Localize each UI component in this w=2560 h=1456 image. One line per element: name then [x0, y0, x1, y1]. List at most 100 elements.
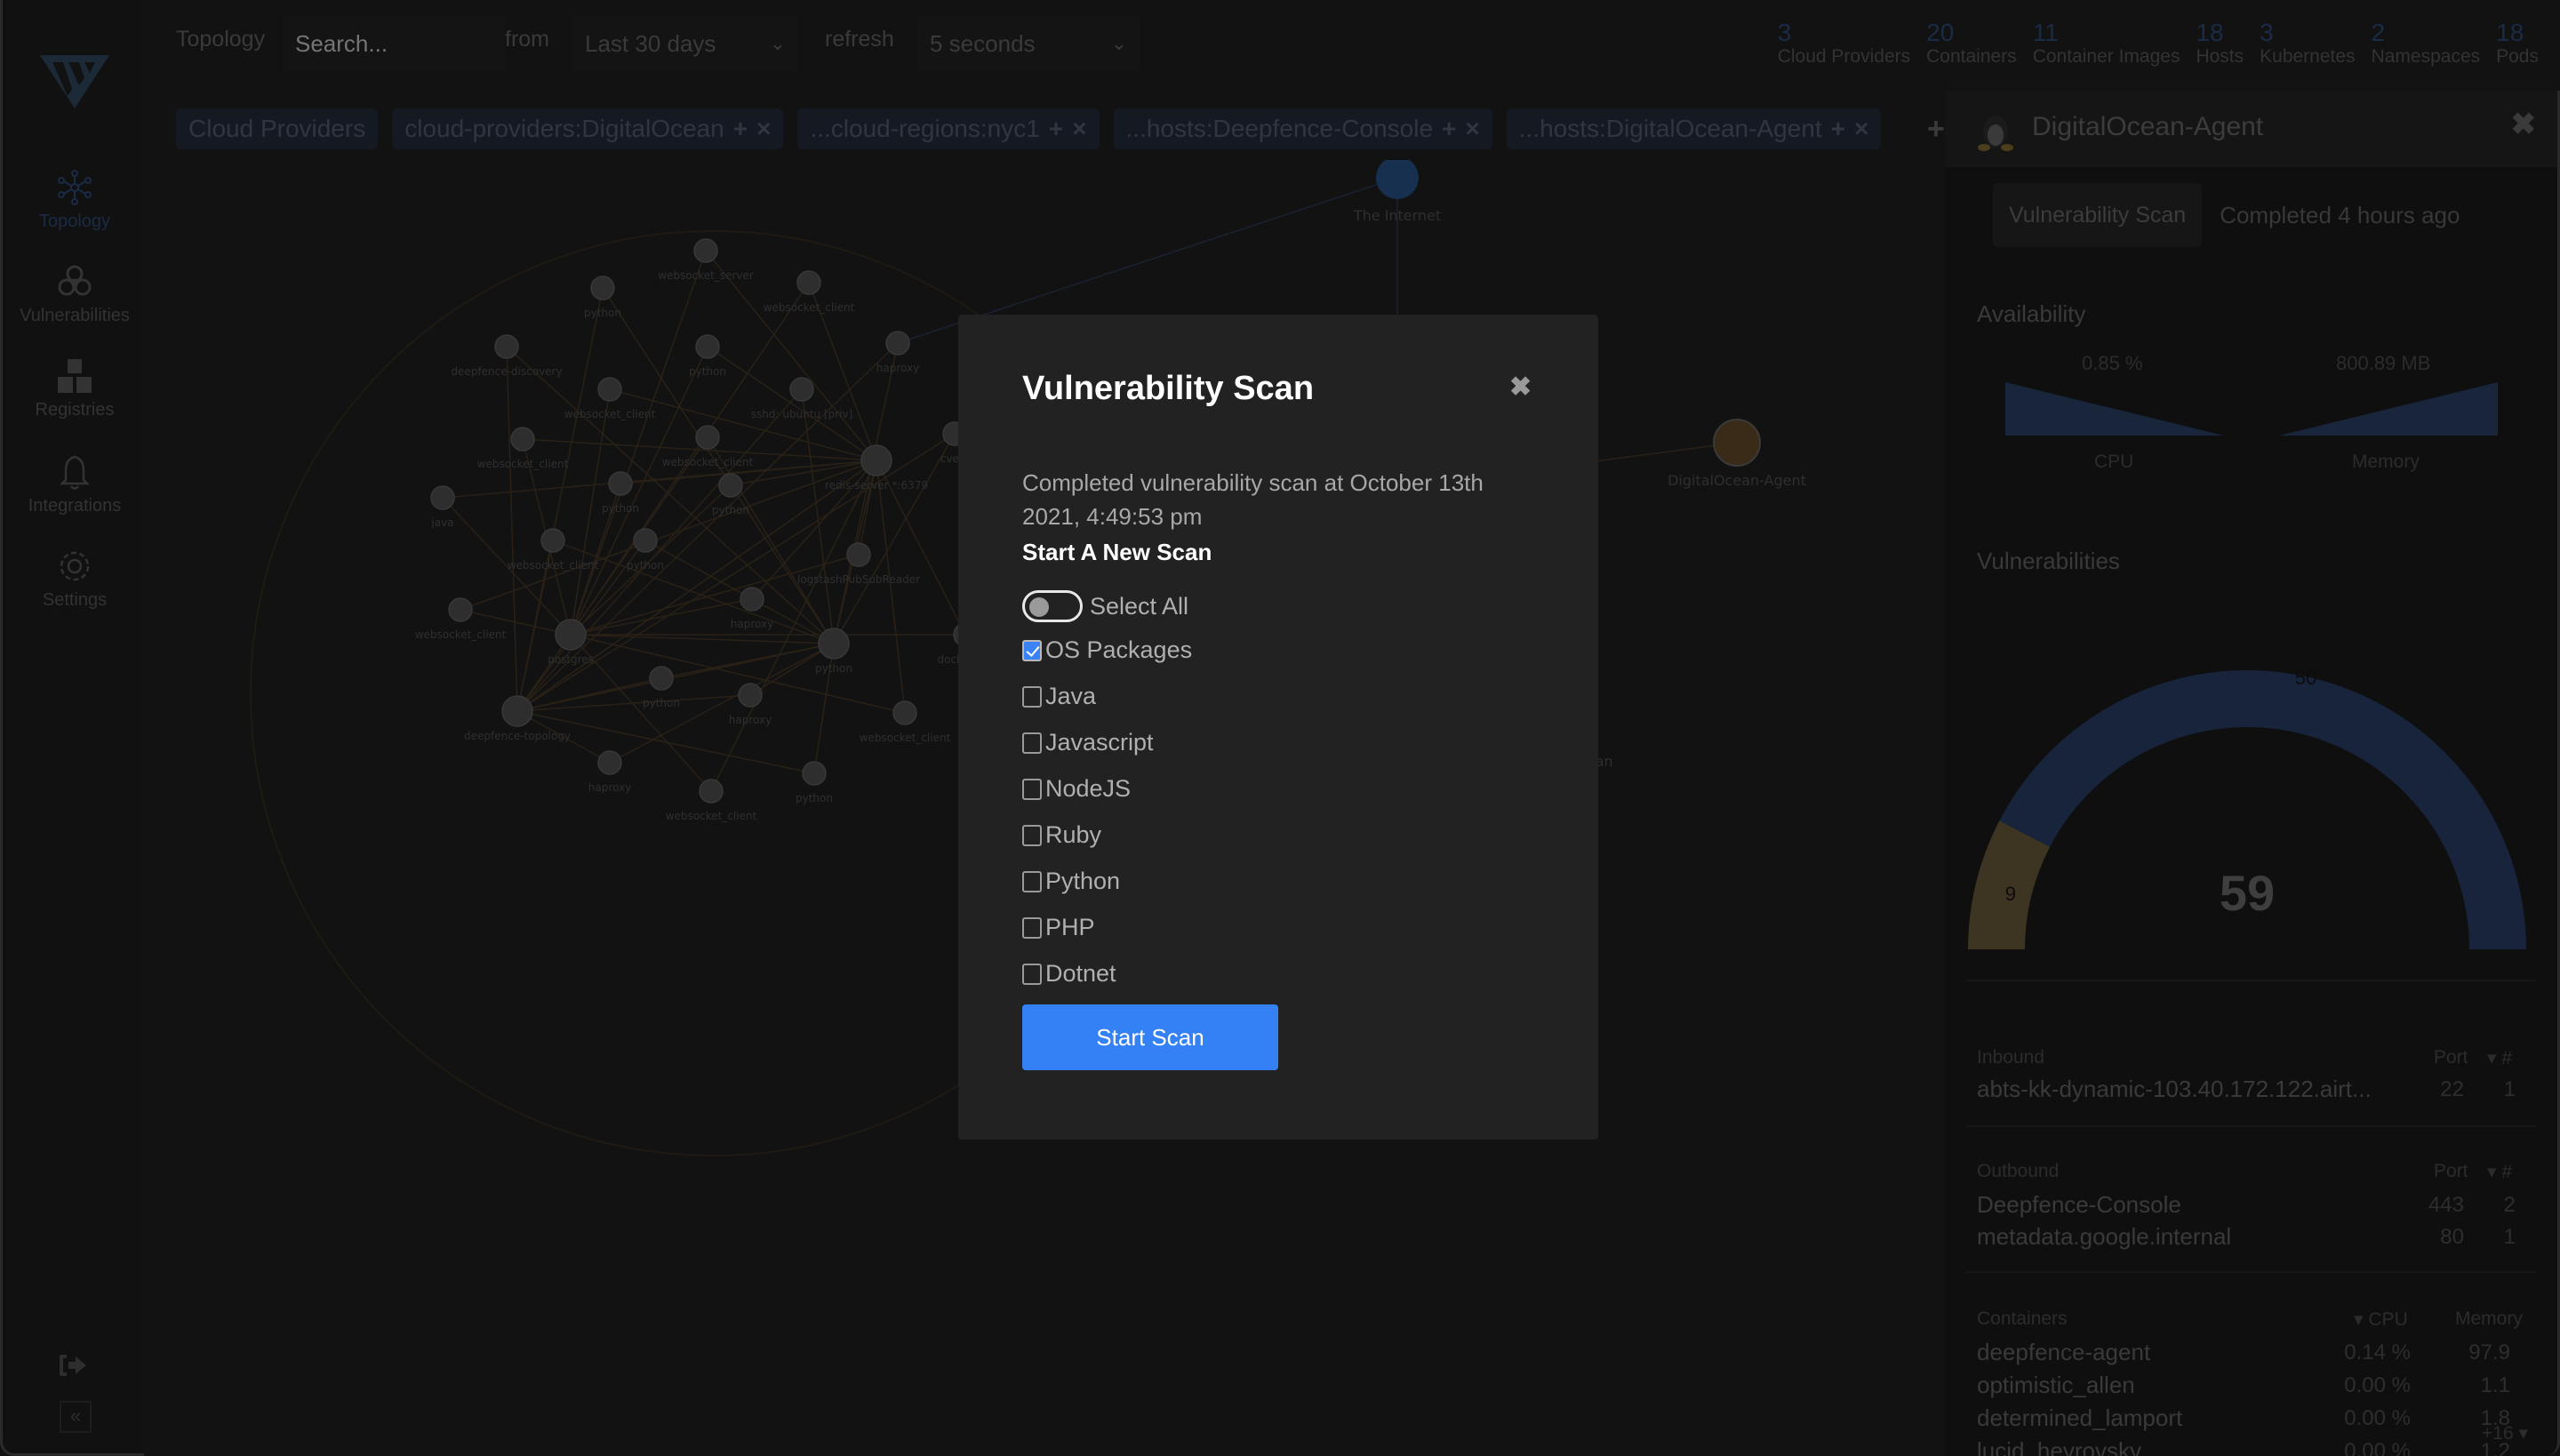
graph-node[interactable]: websocket_client — [764, 270, 855, 314]
container-row-name[interactable]: optimistic_allen — [1977, 1372, 2135, 1399]
sidebar-item-topology[interactable]: Topology — [3, 169, 147, 232]
sidebar-item-integrations[interactable]: Integrations — [3, 453, 147, 516]
graph-node[interactable]: python — [584, 276, 621, 319]
stat-cloud-providers[interactable]: 3 Cloud Providers — [1778, 20, 1910, 73]
filter-chip[interactable]: cloud-providers:DigitalOcean + × — [392, 108, 784, 149]
graph-node[interactable]: sshd: ubuntu [priv] — [751, 377, 853, 420]
graph-node[interactable]: websocket_client — [415, 597, 507, 641]
show-more-containers[interactable]: +16 ▾ — [2482, 1422, 2528, 1444]
checkbox[interactable] — [1022, 870, 1042, 892]
stat-containers[interactable]: 20 Containers — [1926, 20, 2017, 73]
expand-icon[interactable]: + — [1831, 115, 1845, 142]
graph-node[interactable]: deepfence-discovery — [451, 334, 563, 378]
graph-node[interactable]: websocket_server — [658, 238, 754, 282]
sidebar-item-settings[interactable]: Settings — [3, 548, 147, 611]
checkbox[interactable] — [1022, 685, 1042, 708]
graph-node[interactable]: redis-server *:6379 — [825, 444, 928, 492]
inbound-row-name[interactable]: abts-kk-dynamic-103.40.172.122.airt... — [1977, 1076, 2372, 1103]
filter-chip[interactable]: ...hosts:DigitalOcean-Agent + × — [1506, 108, 1882, 149]
graph-node[interactable]: websocket_client — [564, 377, 656, 420]
graph-node[interactable]: logstashPubSubReader — [797, 542, 920, 586]
toggle-switch[interactable] — [1022, 590, 1083, 622]
container-row-name[interactable]: lucid_heyrovsky — [1977, 1437, 2141, 1456]
stat-kubernetes[interactable]: 3 Kubernetes — [2260, 20, 2355, 73]
filter-chip[interactable]: ...hosts:Deepfence-Console + × — [1113, 108, 1492, 149]
graph-node-label: websocket_server — [658, 269, 754, 282]
graph-node[interactable]: websocket_client — [666, 779, 757, 822]
filter-chip[interactable]: ...cloud-regions:nyc1 + × — [797, 108, 1100, 149]
scan-option-dotnet[interactable]: Dotnet — [1022, 960, 1116, 988]
filter-chip[interactable]: Cloud Providers — [176, 108, 379, 149]
checkbox[interactable] — [1022, 916, 1042, 939]
scan-option-nodejs[interactable]: NodeJS — [1022, 775, 1131, 803]
checkbox[interactable] — [1022, 824, 1042, 846]
remove-icon[interactable]: × — [1854, 115, 1868, 142]
graph-node[interactable]: websocket_client — [662, 425, 754, 468]
outbound-port-header[interactable]: Port — [2434, 1161, 2468, 1182]
graph-node[interactable]: DigitalOcean-Agent — [1668, 419, 1806, 489]
remove-icon[interactable]: × — [1072, 115, 1086, 142]
collapse-sidebar-button[interactable]: « — [60, 1401, 92, 1433]
scan-option-php[interactable]: PHP — [1022, 914, 1095, 941]
search-input[interactable] — [283, 16, 505, 71]
process-node-circle — [789, 377, 814, 402]
scan-option-ruby[interactable]: Ruby — [1022, 821, 1101, 849]
refresh-label: refresh — [825, 27, 894, 52]
add-filter-icon[interactable]: + — [1927, 112, 1945, 147]
refresh-interval-select[interactable]: 5 seconds ⌄ — [917, 16, 1140, 71]
expand-icon[interactable]: + — [1442, 115, 1456, 142]
close-modal-icon[interactable]: ✖ — [1509, 372, 1532, 403]
vulnerability-scan-button[interactable]: Vulnerability Scan — [1993, 183, 2203, 247]
select-all-label: Select All — [1090, 592, 1189, 620]
graph-node[interactable]: python — [712, 473, 749, 516]
scan-option-python[interactable]: Python — [1022, 868, 1120, 895]
graph-node[interactable]: The Internet — [1353, 160, 1441, 224]
graph-node[interactable]: java — [430, 485, 455, 529]
remove-icon[interactable]: × — [1465, 115, 1479, 142]
scan-option-os-packages[interactable]: OS Packages — [1022, 636, 1192, 664]
graph-node[interactable]: python — [627, 528, 664, 572]
containers-cpu-header[interactable]: ▾ CPU — [2354, 1308, 2408, 1331]
outbound-row-name[interactable]: Deepfence-Console — [1977, 1191, 2181, 1219]
scan-option-java[interactable]: Java — [1022, 683, 1096, 710]
stat-container-images[interactable]: 11 Container Images — [2033, 20, 2180, 73]
time-range-select[interactable]: Last 30 days ⌄ — [572, 16, 798, 71]
graph-node[interactable]: python — [815, 628, 852, 675]
graph-node[interactable]: websocket_client — [508, 528, 599, 572]
remove-icon[interactable]: × — [756, 115, 771, 142]
checkbox[interactable] — [1022, 639, 1042, 661]
stat-hosts[interactable]: 18 Hosts — [2196, 20, 2244, 73]
outbound-row-name[interactable]: metadata.google.internal — [1977, 1223, 2231, 1251]
graph-node[interactable]: python — [643, 666, 680, 709]
checkbox[interactable] — [1022, 963, 1042, 985]
graph-node[interactable]: haproxy — [588, 750, 631, 794]
container-row-name[interactable]: deepfence-agent — [1977, 1339, 2150, 1366]
sidebar-item-registries[interactable]: Registries — [3, 357, 147, 420]
select-all-toggle[interactable]: Select All — [1022, 590, 1188, 622]
graph-node[interactable]: python — [689, 334, 726, 378]
graph-node[interactable]: websocket_client — [477, 427, 569, 470]
sidebar-item-vulnerabilities[interactable]: Vulnerabilities — [3, 263, 147, 326]
inbound-port-header[interactable]: Port — [2434, 1047, 2468, 1068]
stat-namespaces[interactable]: 2 Namespaces — [2372, 20, 2481, 73]
scan-option-javascript[interactable]: Javascript — [1022, 729, 1154, 756]
graph-node[interactable]: haproxy — [729, 683, 772, 726]
start-scan-button[interactable]: Start Scan — [1022, 1004, 1278, 1070]
close-panel-icon[interactable]: ✖ — [2511, 107, 2537, 142]
logout-icon[interactable] — [58, 1353, 88, 1378]
graph-node[interactable]: python — [602, 471, 639, 515]
graph-node[interactable]: websocket_client — [860, 700, 951, 744]
outbound-count-header[interactable]: ▾ # — [2487, 1161, 2512, 1183]
graph-node[interactable]: postgres — [548, 619, 594, 666]
graph-node[interactable]: python — [796, 761, 833, 804]
process-node-circle — [740, 587, 764, 612]
container-row-name[interactable]: determined_lamport — [1977, 1404, 2182, 1432]
checkbox[interactable] — [1022, 778, 1042, 800]
stat-pods[interactable]: 18 Pods — [2496, 20, 2539, 73]
inbound-count-header[interactable]: ▾ # — [2487, 1047, 2512, 1069]
expand-icon[interactable]: + — [1049, 115, 1063, 142]
containers-memory-header[interactable]: Memory — [2455, 1308, 2523, 1330]
checkbox[interactable] — [1022, 732, 1042, 754]
graph-node[interactable]: haproxy — [731, 587, 773, 630]
expand-icon[interactable]: + — [733, 115, 748, 142]
